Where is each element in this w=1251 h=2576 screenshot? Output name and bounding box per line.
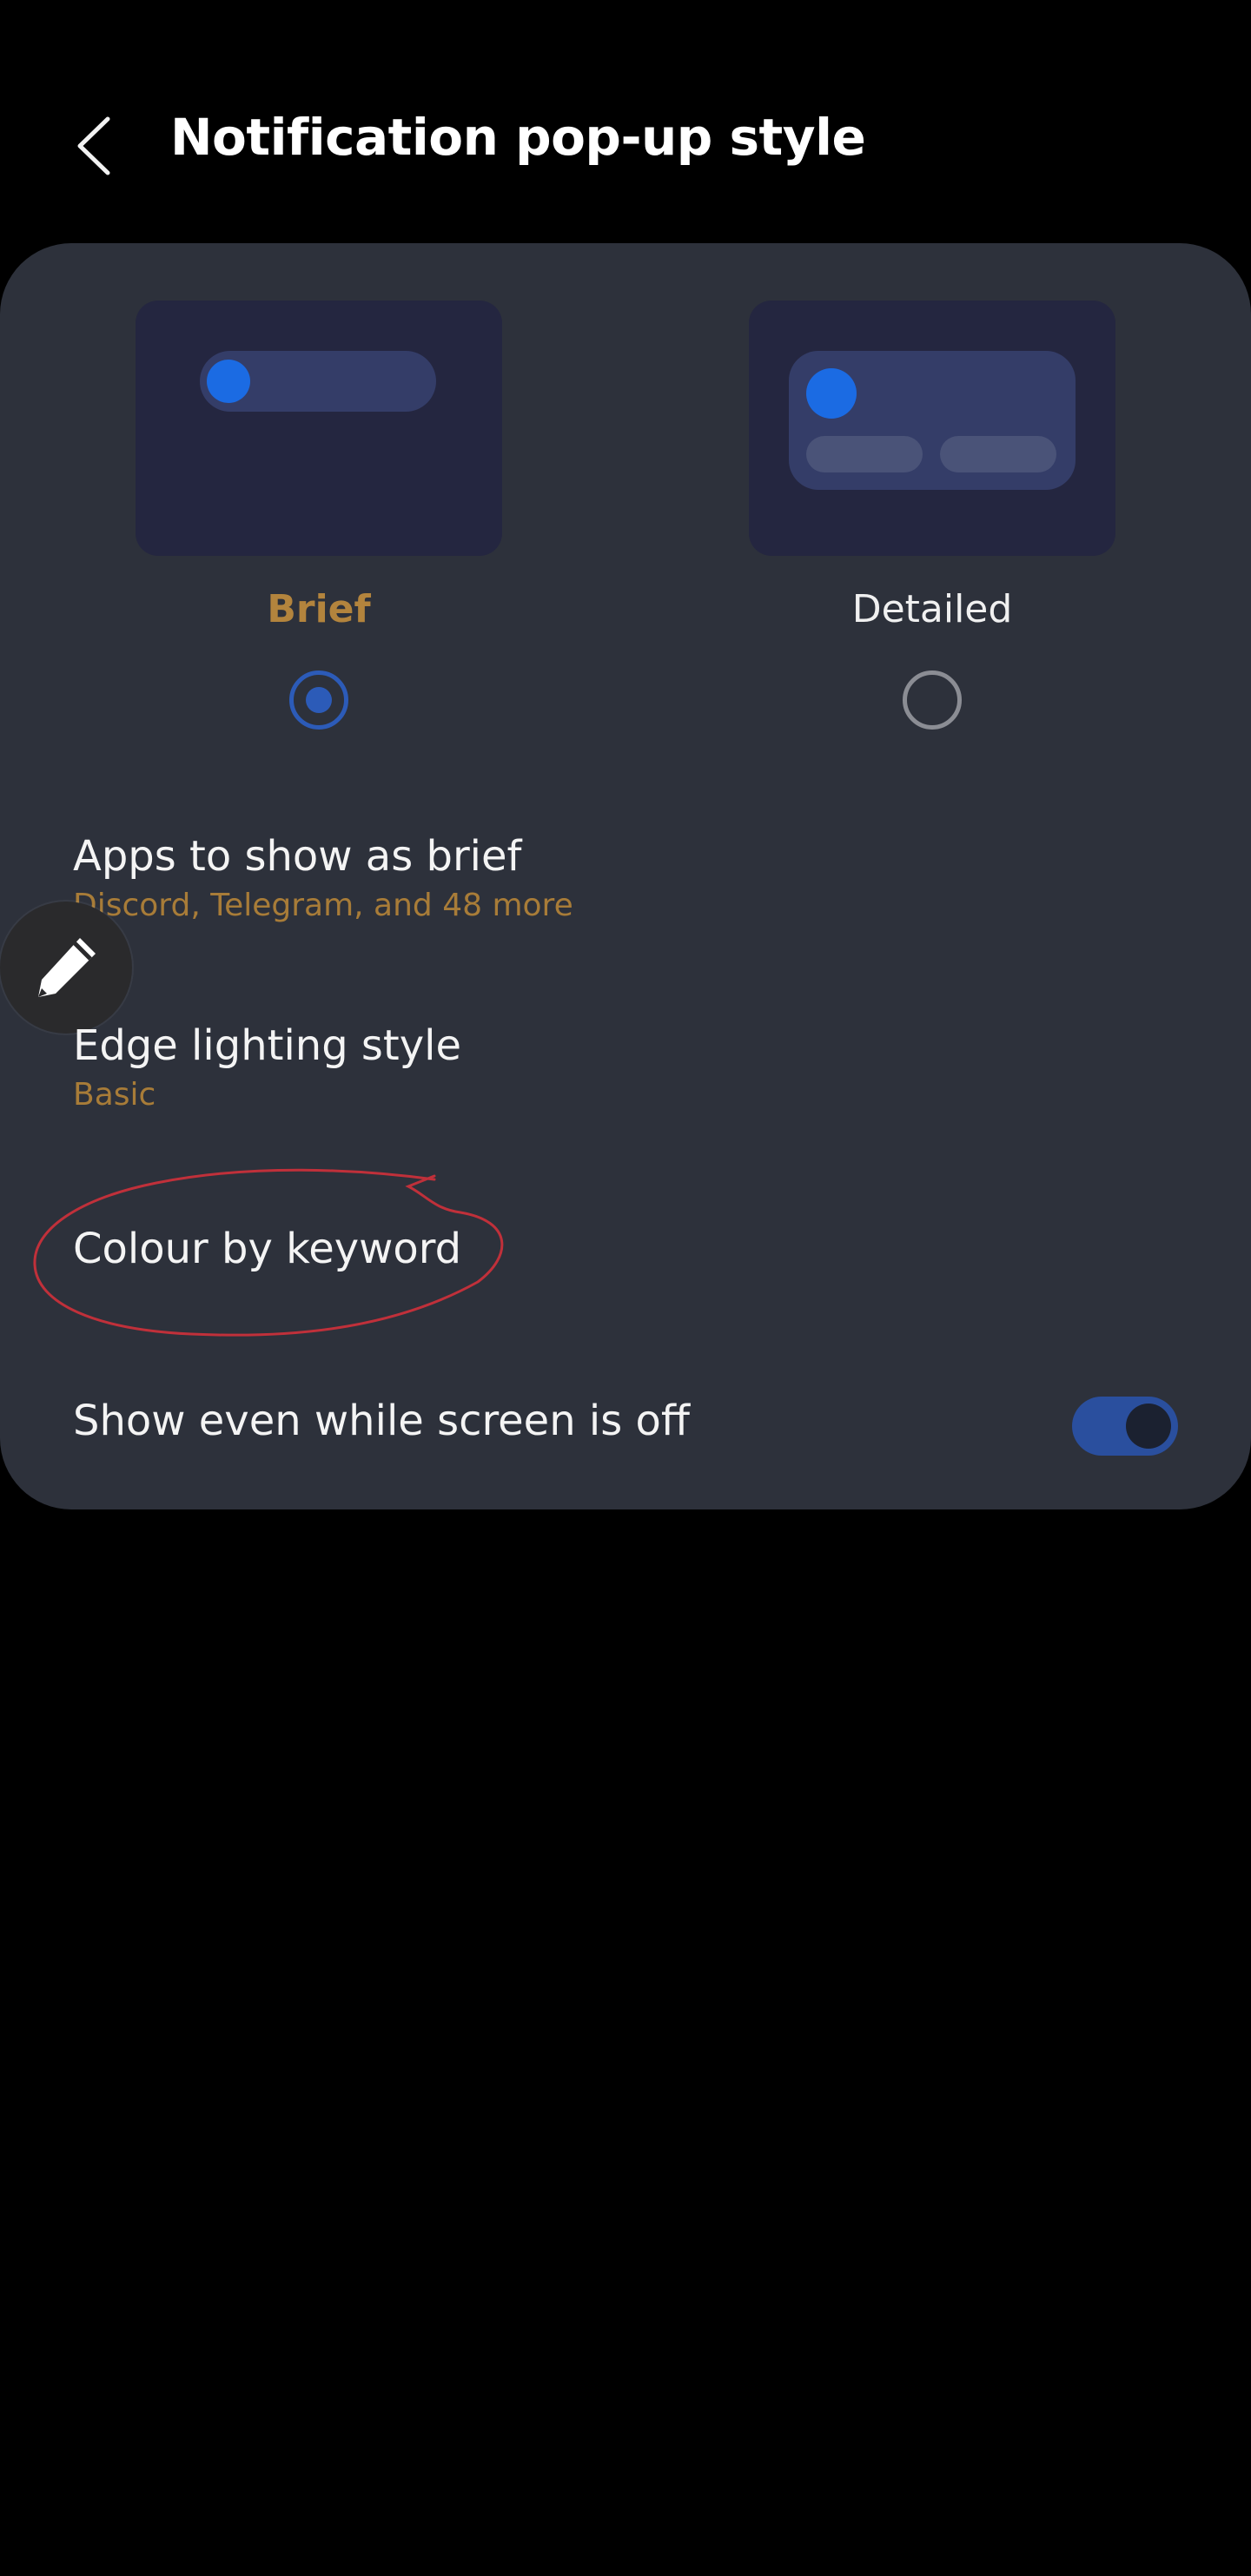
card-bar [806, 436, 923, 472]
toggle-knob [1126, 1404, 1171, 1449]
brief-radio[interactable] [289, 670, 348, 730]
detailed-option[interactable]: Detailed [749, 301, 1115, 730]
colour-by-keyword-item[interactable]: Colour by keyword [73, 1225, 461, 1273]
page-title: Notification pop-up style [170, 108, 866, 167]
apps-brief-title: Apps to show as brief [73, 832, 522, 881]
brief-preview[interactable] [136, 301, 502, 556]
pencil-icon [38, 938, 96, 997]
edit-floating-button[interactable] [0, 902, 132, 1034]
detailed-card-illustration [789, 351, 1076, 490]
chevron-left-icon [77, 116, 110, 175]
edge-lighting-title: Edge lighting style [73, 1021, 462, 1070]
detailed-label: Detailed [851, 587, 1013, 631]
brief-option[interactable]: Brief [136, 301, 502, 730]
apps-to-show-as-brief-item[interactable]: Apps to show as brief Discord, Telegram,… [73, 832, 573, 923]
apps-brief-subtitle: Discord, Telegram, and 48 more [73, 888, 573, 923]
edge-lighting-subtitle: Basic [73, 1077, 156, 1113]
show-while-screen-off-item[interactable]: Show even while screen is off [73, 1397, 690, 1445]
card-dot [806, 368, 857, 419]
back-button[interactable] [68, 111, 120, 181]
screen-off-toggle[interactable] [1072, 1397, 1178, 1456]
app-bar: Notification pop-up style [0, 0, 1251, 243]
edge-lighting-style-item[interactable]: Edge lighting style Basic [73, 1021, 461, 1113]
detailed-radio[interactable] [903, 670, 962, 730]
screen-off-title: Show even while screen is off [73, 1397, 690, 1445]
colour-by-keyword-title: Colour by keyword [73, 1225, 462, 1273]
detailed-preview[interactable] [749, 301, 1115, 556]
pill-dot [207, 360, 250, 403]
brief-label: Brief [267, 587, 371, 631]
brief-pill-illustration [200, 351, 436, 412]
card-bar [940, 436, 1056, 472]
